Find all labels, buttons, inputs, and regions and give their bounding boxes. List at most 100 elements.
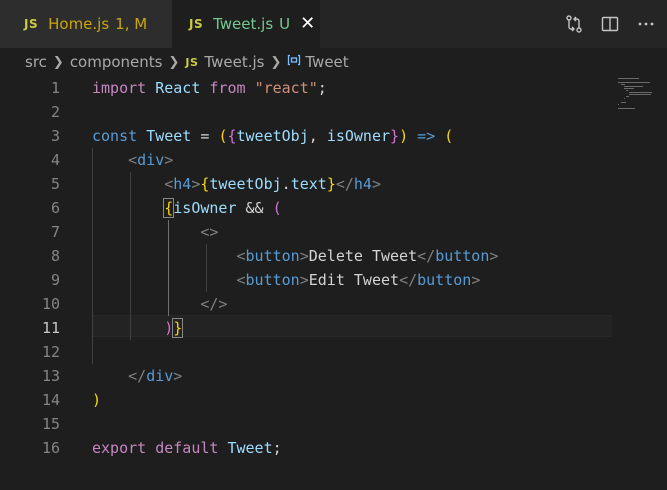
code-token: <	[236, 247, 246, 265]
tab-git-status: 1, M	[115, 15, 148, 33]
tab-home-js[interactable]: JS Home.js 1, M	[0, 0, 172, 48]
code-token: =>	[417, 127, 436, 145]
code-token: )	[164, 319, 174, 337]
line-number: 6	[50, 199, 60, 217]
minimap-line	[618, 108, 635, 109]
minimap-line	[620, 102, 626, 103]
line-number: 12	[41, 343, 60, 361]
code-token: div	[137, 151, 165, 169]
code-line: </>	[92, 292, 227, 316]
line-number: 8	[50, 247, 60, 265]
line-number: 13	[41, 367, 60, 385]
breadcrumb-folder-src[interactable]: src	[25, 53, 47, 71]
code-token: text	[290, 175, 327, 193]
code-token: (	[272, 199, 282, 217]
minimap-line	[629, 92, 653, 93]
code-token: }	[390, 127, 400, 145]
code-line: {isOwner && (	[92, 196, 282, 220]
code-token: (	[444, 127, 454, 145]
code-token: import	[92, 79, 147, 97]
code-token: React	[155, 79, 201, 97]
code-token: >	[173, 367, 183, 385]
symbol-variable-icon	[287, 54, 301, 70]
split-editor-icon[interactable]	[599, 13, 621, 35]
code-token: &&	[236, 199, 273, 217]
code-line: <div>	[92, 148, 173, 172]
more-actions-icon[interactable]	[635, 13, 657, 35]
breadcrumb-file[interactable]: Tweet.js	[204, 53, 264, 71]
code-token: >	[471, 271, 481, 289]
code-token: <	[128, 151, 138, 169]
code-token: >	[371, 175, 381, 193]
line-number: 11	[41, 319, 60, 337]
code-token: </	[128, 367, 147, 385]
code-token: Tweet	[146, 127, 192, 145]
minimap-line	[618, 104, 619, 105]
code-token: tweetObj	[236, 127, 309, 145]
code-token: )	[399, 127, 409, 145]
line-number: 10	[41, 295, 60, 313]
js-file-icon: JS	[185, 55, 199, 69]
minimap-line	[626, 90, 628, 91]
vscode-window: JS Home.js 1, M JS Tweet.js U ✕ src ❯ co…	[0, 0, 667, 490]
line-number: 2	[50, 103, 60, 121]
tab-tweet-js[interactable]: JS Tweet.js U ✕	[172, 0, 320, 48]
code-token: default	[155, 439, 219, 457]
code-token: >	[164, 151, 174, 169]
code-line: <button>Edit Tweet</button>	[92, 268, 481, 292]
code-token: >	[299, 247, 309, 265]
code-editor[interactable]: 1 2 3 4 5 6 7 8 9 10 11 12 13 14 15 16 import React fro…	[0, 76, 667, 490]
minimap-line	[626, 96, 629, 97]
line-number: 4	[50, 151, 60, 169]
code-token: div	[146, 367, 174, 385]
close-icon[interactable]: ✕	[300, 15, 315, 33]
code-token: <	[236, 271, 246, 289]
chevron-right-icon: ❯	[168, 54, 180, 70]
line-number: 5	[50, 175, 60, 193]
tab-label: Home.js	[48, 15, 110, 33]
code-token: h4	[353, 175, 372, 193]
code-token: ;	[317, 79, 327, 97]
breadcrumb-folder-components[interactable]: components	[70, 53, 163, 71]
code-token: Edit Tweet	[308, 271, 400, 289]
chevron-right-icon: ❯	[270, 54, 282, 70]
tab-label: Tweet.js	[213, 15, 274, 33]
minimap-line	[623, 86, 643, 87]
breadcrumb-symbol[interactable]: Tweet	[305, 53, 348, 71]
code-token: Delete Tweet	[308, 247, 418, 265]
code-token: Tweet	[227, 439, 273, 457]
code-token: }	[326, 175, 336, 193]
js-file-icon: JS	[24, 17, 39, 31]
code-token: ,	[308, 127, 327, 145]
code-line: )	[92, 388, 101, 412]
minimap-line	[620, 84, 625, 85]
minimap-line	[623, 88, 634, 89]
minimap[interactable]	[612, 76, 667, 128]
code-token: "react"	[254, 79, 318, 97]
code-line: <h4>{tweetObj.text}</h4>	[92, 172, 381, 196]
code-token: button	[435, 247, 490, 265]
code-line: import React from "react";	[92, 76, 327, 100]
line-number: 16	[41, 439, 60, 457]
code-line: export default Tweet;	[92, 436, 282, 460]
code-token: {	[163, 198, 175, 218]
code-token: isOwner	[326, 127, 391, 145]
git-compare-icon[interactable]	[563, 13, 585, 35]
code-token: button	[417, 271, 472, 289]
line-number: 1	[50, 79, 60, 97]
code-token: )	[92, 391, 102, 409]
code-token: const	[92, 127, 138, 145]
